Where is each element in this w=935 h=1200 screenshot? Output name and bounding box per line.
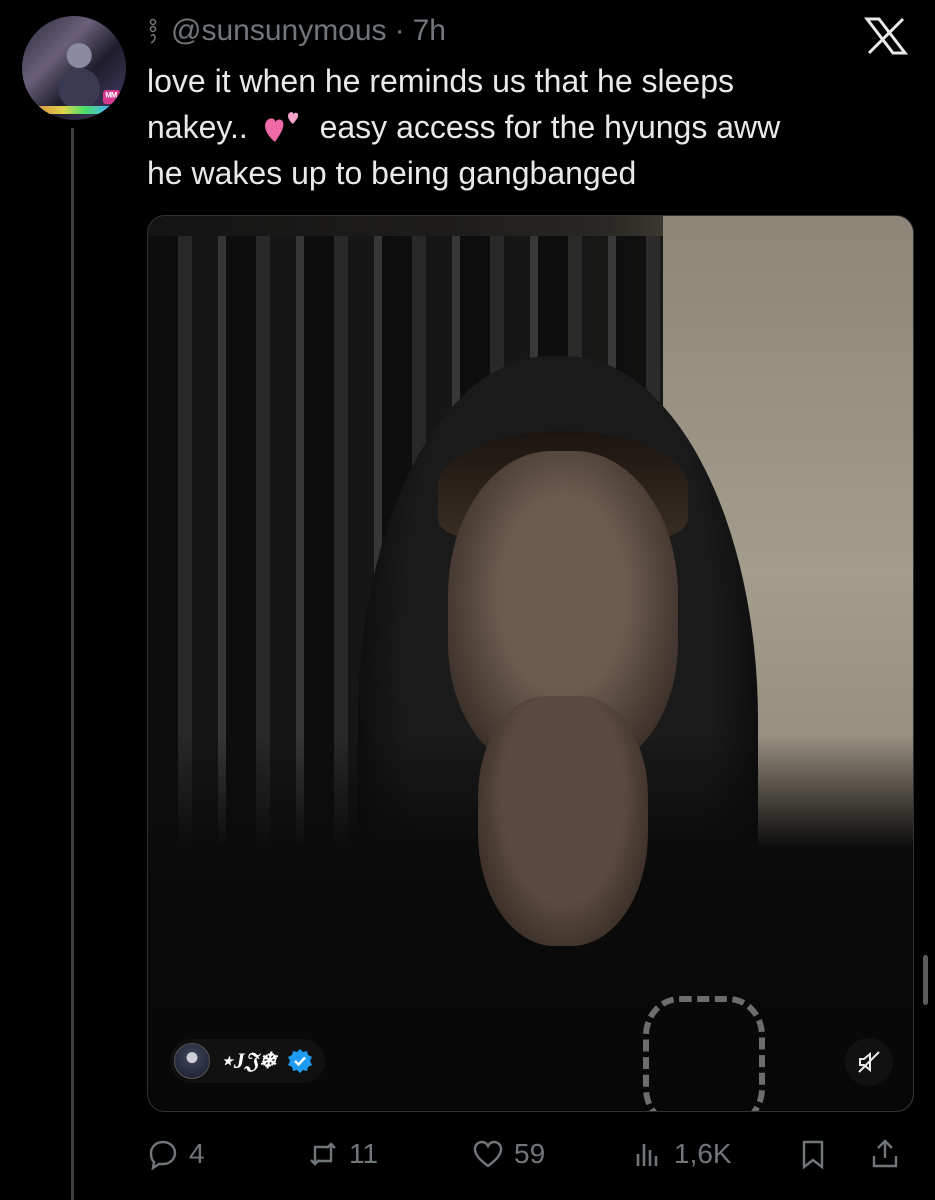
- author-avatar[interactable]: ᴹᴹ: [22, 16, 126, 120]
- like-count: 59: [514, 1138, 546, 1169]
- share-icon: [872, 1139, 898, 1168]
- video-user-avatar: [174, 1043, 210, 1079]
- heart-icon: [473, 1140, 503, 1168]
- repost-count: 11: [349, 1138, 379, 1169]
- views-button[interactable]: 1,6K: [632, 1132, 732, 1176]
- two-hearts-emoji: [264, 112, 298, 142]
- post-text-segment: easy access for the hyungs aww: [319, 109, 781, 145]
- post-text-line: love it when he reminds us that he sleep…: [147, 63, 734, 99]
- share-button[interactable]: [869, 1132, 901, 1176]
- reply-icon: [149, 1140, 177, 1170]
- mute-icon: [858, 1051, 880, 1073]
- post-text: love it when he reminds us that he sleep…: [147, 58, 887, 196]
- post-text-line: he wakes up to being gangbanged: [147, 155, 637, 191]
- verified-badge-icon: [287, 1049, 312, 1073]
- video-user-name: ⋆J𝔍❄: [220, 1048, 277, 1073]
- avatar-sticker: ᴹᴹ: [102, 90, 120, 104]
- scrollbar[interactable]: [923, 955, 928, 1005]
- views-count: 1,6K: [674, 1138, 732, 1169]
- x-logo-icon[interactable]: [863, 16, 909, 56]
- post-time[interactable]: 7h: [413, 14, 446, 48]
- like-button[interactable]: 59: [472, 1132, 545, 1176]
- post-text-line: nakey.. easy access for the hyungs aww: [147, 104, 887, 150]
- repost-button[interactable]: 11: [307, 1132, 378, 1176]
- mute-button[interactable]: [845, 1038, 893, 1086]
- repost-icon: [310, 1142, 336, 1166]
- media-video[interactable]: ⋆J𝔍❄: [147, 215, 914, 1112]
- bookmark-icon: [802, 1140, 824, 1170]
- thread-line: [71, 128, 74, 1200]
- post-header: @sunsunymous · 7h: [147, 14, 446, 48]
- bracelet-shape: [643, 996, 765, 1111]
- header-separator: ·: [394, 14, 405, 47]
- post-text-segment: nakey..: [147, 109, 248, 145]
- avatar-rainbow-decoration: [22, 106, 126, 114]
- bookmark-button[interactable]: [797, 1132, 829, 1176]
- hand-shape: [478, 696, 648, 946]
- video-user-tag[interactable]: ⋆J𝔍❄: [170, 1039, 325, 1083]
- views-icon: [636, 1144, 658, 1166]
- dots-icon: [147, 18, 161, 44]
- reply-button[interactable]: 4: [147, 1132, 205, 1176]
- reply-count: 4: [189, 1138, 205, 1169]
- action-bar: 4 11 59 1,6K: [147, 1132, 912, 1176]
- author-handle[interactable]: @sunsunymous: [171, 14, 387, 48]
